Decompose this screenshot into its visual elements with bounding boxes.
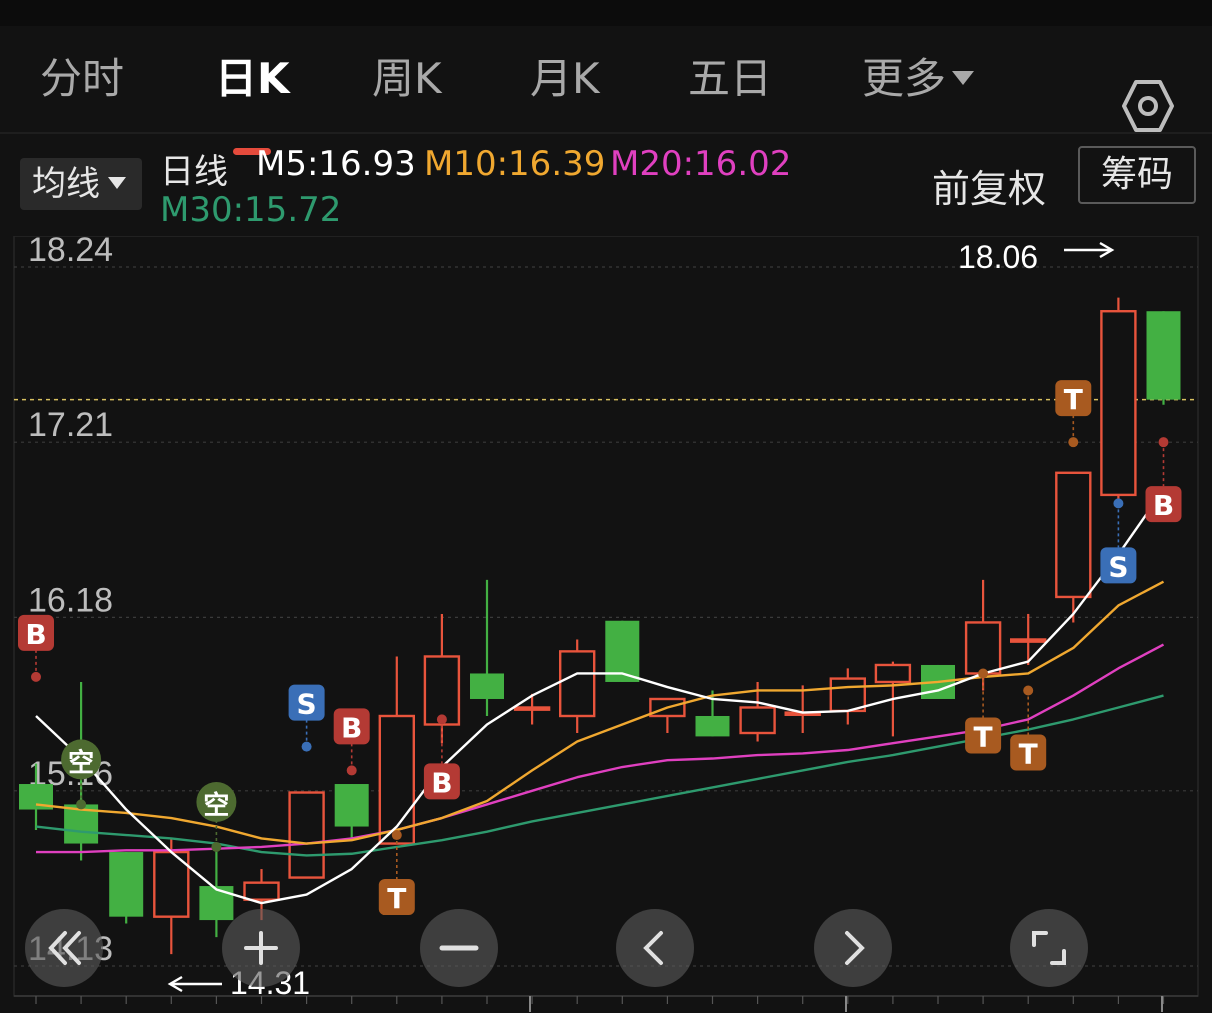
pan-left-button[interactable] [616, 909, 694, 987]
signal-marker-dot [1068, 437, 1079, 448]
ma20-value: M20:16.02 [610, 144, 792, 184]
signal-marker-label: 空 [68, 747, 94, 778]
ma5-value: M5:16.93 [256, 144, 416, 184]
tab-more[interactable]: 更多 [862, 52, 975, 106]
signal-marker-dot [436, 714, 447, 725]
y-tick-label: 18.24 [28, 236, 113, 269]
candle-body [243, 881, 280, 901]
signal-marker-label: T [1064, 383, 1083, 416]
signal-marker-label: S [1108, 550, 1128, 583]
candle-body [695, 715, 730, 737]
candle-body [470, 673, 504, 699]
candle-body [559, 650, 596, 718]
double-chevron-left-icon [48, 931, 81, 965]
header-divider [0, 132, 1212, 134]
chevron-left-icon [643, 931, 663, 965]
signal-marker-label: T [1019, 737, 1038, 770]
candle-body [1055, 471, 1092, 599]
ma30-value: M30:15.72 [160, 190, 342, 230]
candle-body [378, 714, 415, 845]
y-tick-label: 16.18 [28, 581, 113, 619]
signal-marker-dot [346, 765, 357, 776]
signal-marker-dot [211, 841, 222, 852]
tab-monthly-k[interactable]: 月K [530, 52, 600, 106]
scroll-start-button[interactable] [25, 909, 103, 987]
zoom-out-minus-icon [439, 945, 479, 951]
candle-body [829, 677, 866, 713]
candle-body [423, 655, 461, 726]
fullscreen-icon [1032, 931, 1066, 965]
tab-daily-k[interactable]: 日K [215, 52, 290, 106]
signal-marker-dot [31, 671, 41, 682]
candle-body [1010, 638, 1047, 643]
status-strip [0, 0, 1212, 26]
signal-marker-dot [1023, 685, 1034, 696]
signal-marker-dot [76, 799, 87, 810]
chevron-down-icon [952, 70, 975, 85]
signal-marker-dot [1113, 498, 1124, 509]
ma10-value: M10:16.39 [424, 144, 606, 184]
tab-weekly-k[interactable]: 周K [372, 52, 442, 106]
chart-frame [13, 236, 1199, 997]
candle-body [1100, 310, 1137, 497]
signal-marker-label: T [974, 720, 993, 753]
period-tabs: 分时 日K 周K 月K 五日 更多 [0, 26, 1212, 155]
max-price-label: 18.06 [958, 239, 1038, 275]
chevron-down-icon [108, 176, 126, 189]
tab-more-label: 更多 [862, 54, 947, 103]
chips-button[interactable]: 筹码 [1078, 146, 1196, 204]
indicator-selector[interactable]: 均线 [20, 158, 142, 210]
signal-marker-label: B [25, 618, 46, 651]
signal-marker-label: T [387, 882, 406, 915]
zoom-in-plus-icon [244, 931, 278, 965]
candle-body [288, 791, 325, 879]
signal-marker-label: B [431, 766, 452, 799]
candle-body [334, 784, 369, 827]
price-adjust-toggle[interactable]: 前复权 [932, 158, 1046, 213]
chevron-right-icon [845, 931, 865, 965]
zoom-out-button[interactable] [420, 909, 498, 987]
candle-body [874, 663, 912, 684]
period-label: 日线 [160, 152, 228, 192]
candle-body [964, 621, 1002, 675]
candle-body [739, 706, 776, 735]
signal-marker-dot [1158, 437, 1169, 448]
y-tick-label: 17.21 [28, 406, 113, 444]
signal-marker-dot [301, 741, 312, 752]
zoom-in-button[interactable] [222, 909, 300, 987]
signal-marker-dot [978, 668, 989, 679]
signal-marker-label: B [1153, 489, 1174, 522]
signal-marker-label: 空 [203, 790, 229, 821]
signal-marker-label: B [341, 711, 362, 744]
tab-five-day[interactable]: 五日 [688, 52, 772, 106]
kline-chart[interactable]: 18.2417.2116.1815.1614.13B空空SBTBTTTSB18.… [0, 236, 1212, 1013]
candle-body [109, 852, 144, 917]
fullscreen-button[interactable] [1010, 909, 1088, 987]
candle-body [513, 706, 551, 711]
signal-marker-dot [391, 830, 402, 841]
candle-body [1146, 311, 1181, 400]
hexagon-gear-icon[interactable] [1120, 78, 1176, 134]
indicator-selector-label: 均线 [32, 164, 100, 204]
signal-marker-label: S [297, 688, 317, 721]
tab-intraday[interactable]: 分时 [40, 52, 124, 106]
pan-right-button[interactable] [814, 909, 892, 987]
